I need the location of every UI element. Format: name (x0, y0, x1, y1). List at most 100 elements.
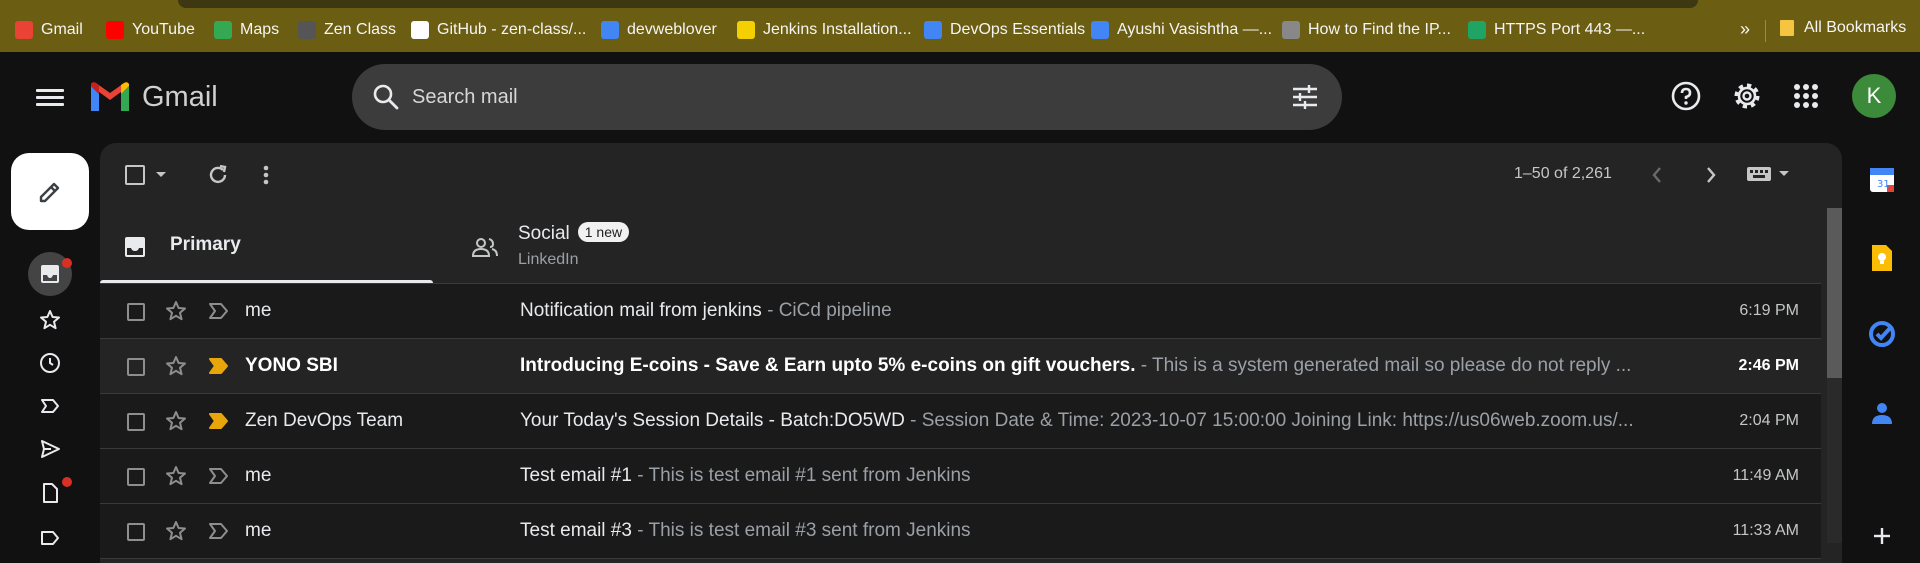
email-sender: me (245, 465, 272, 486)
select-dropdown-caret-icon[interactable] (155, 171, 167, 179)
bookmark-item[interactable]: devweblover (601, 19, 717, 41)
github-icon (411, 21, 429, 39)
calendar-app-button[interactable]: 31 (1866, 164, 1898, 196)
older-page-chevron-left-icon[interactable] (1648, 163, 1666, 187)
email-snippet: - This is test email #1 sent from Jenkin… (631, 465, 971, 486)
email-content: Your Today's Session Details - Batch:DO5… (520, 410, 1660, 432)
account-avatar[interactable]: K (1852, 74, 1896, 118)
google-apps-icon[interactable] (1790, 80, 1822, 112)
compose-button[interactable] (11, 153, 89, 230)
tasks-check-icon (1869, 321, 1895, 347)
bookmark-item[interactable]: Maps (214, 19, 279, 41)
bookmark-label: Maps (240, 21, 280, 38)
email-subject: Test email #3 (520, 520, 632, 541)
ayushi-icon (1091, 21, 1109, 39)
row-checkbox[interactable] (127, 468, 145, 486)
email-sender: Zen DevOps Team (245, 410, 404, 431)
rail-more-labels[interactable] (28, 518, 72, 558)
linux-icon (1282, 21, 1300, 39)
star-icon[interactable] (164, 519, 188, 543)
bookmark-label: How to Find the IP... (1308, 21, 1451, 38)
row-checkbox[interactable] (127, 523, 145, 541)
star-icon[interactable] (164, 409, 188, 433)
all-bookmarks-label: All Bookmarks (1804, 19, 1907, 36)
rail-sent[interactable] (28, 429, 72, 469)
search-input[interactable] (412, 78, 1262, 116)
bookmark-item[interactable]: DevOps Essentials (924, 19, 1085, 41)
email-subject: Test email #1 (520, 465, 632, 486)
keep-app-button[interactable] (1866, 242, 1898, 274)
importance-marker-icon[interactable] (208, 521, 230, 541)
bookmark-item[interactable]: Zen Class (298, 19, 396, 41)
gmail-logo[interactable]: Gmail (88, 80, 218, 114)
email-row[interactable]: YONO SBI Introducing E-coins - Save & Ear… (100, 339, 1821, 394)
bookmark-item[interactable]: Ayushi Vasishtha —... (1091, 19, 1272, 41)
folder-icon (1780, 20, 1794, 36)
star-icon[interactable] (164, 464, 188, 488)
bookmark-item[interactable]: How to Find the IP... (1282, 19, 1451, 41)
email-row[interactable]: me Test email #1 - This is test email #1 … (100, 449, 1821, 504)
bookmark-label: GitHub - zen-class/... (437, 21, 587, 38)
bookmark-item[interactable]: Gmail (15, 19, 83, 41)
email-sender: me (245, 520, 272, 541)
bookmark-item[interactable]: HTTPS Port 443 —... (1468, 19, 1645, 41)
calendar-icon: 31 (1870, 168, 1894, 192)
clock-icon (40, 353, 60, 373)
search-options-icon[interactable] (1290, 82, 1320, 112)
search-icon[interactable] (372, 83, 400, 111)
importance-marker-icon[interactable] (208, 411, 230, 431)
contacts-app-button[interactable] (1866, 397, 1898, 429)
bookmark-item[interactable]: Jenkins Installation... (737, 19, 912, 41)
row-checkbox[interactable] (127, 303, 145, 321)
email-snippet: - CiCd pipeline (761, 300, 892, 321)
tab-strip-edge (178, 0, 1698, 8)
important-icon (41, 399, 59, 413)
email-sender: me (245, 300, 272, 321)
tasks-app-button[interactable] (1866, 318, 1898, 350)
email-row[interactable]: me Test email #3 - This is test email #3 … (100, 504, 1821, 559)
importance-marker-icon[interactable] (208, 301, 230, 321)
keep-bulb-icon (1872, 245, 1892, 271)
bookmarks-overflow-button[interactable]: » (1740, 19, 1750, 40)
label-icon (41, 531, 59, 545)
tab-primary[interactable]: Primary (100, 182, 433, 284)
bookmark-item[interactable]: YouTube (106, 19, 195, 41)
tab-social[interactable]: Social 1 new LinkedIn (433, 182, 773, 284)
settings-gear-icon[interactable] (1731, 80, 1763, 112)
https-icon (1468, 21, 1486, 39)
star-icon (40, 310, 60, 330)
rail-snoozed[interactable] (28, 343, 72, 383)
row-checkbox[interactable] (127, 413, 145, 431)
star-icon[interactable] (164, 354, 188, 378)
social-people-icon (471, 238, 498, 257)
newer-page-chevron-right-icon[interactable] (1702, 163, 1720, 187)
help-icon[interactable] (1670, 80, 1702, 112)
youtube-icon (106, 21, 124, 39)
importance-marker-icon[interactable] (208, 356, 230, 376)
main-menu-button[interactable] (36, 86, 64, 110)
row-checkbox[interactable] (127, 358, 145, 376)
plus-icon (1874, 528, 1890, 544)
keyboard-input-icon[interactable] (1746, 164, 1796, 184)
scrollbar-thumb[interactable] (1827, 208, 1842, 378)
rail-important[interactable] (28, 386, 72, 426)
bookmark-label: devweblover (627, 21, 717, 38)
email-subject: Introducing E-coins - Save & Earn upto 5… (520, 355, 1136, 376)
jenkins-icon (737, 21, 755, 39)
bookmark-label: HTTPS Port 443 —... (1494, 21, 1646, 38)
star-icon[interactable] (164, 299, 188, 323)
email-snippet: - Session Date & Time: 2023-10-07 15:00:… (904, 410, 1634, 431)
rail-starred[interactable] (28, 300, 72, 340)
email-content: Test email #3 - This is test email #3 se… (520, 520, 1660, 542)
zen-class-icon (298, 21, 316, 39)
email-content: Introducing E-coins - Save & Earn upto 5… (520, 355, 1660, 377)
search-bar[interactable] (352, 64, 1342, 130)
get-addons-button[interactable] (1866, 520, 1898, 552)
menu-icon (36, 89, 64, 92)
drafts-notification-dot (62, 477, 72, 487)
all-bookmarks-button[interactable]: All Bookmarks (1778, 19, 1906, 37)
email-row[interactable]: Zen DevOps Team Your Today's Session Deta… (100, 394, 1821, 449)
bookmark-item[interactable]: GitHub - zen-class/... (411, 19, 586, 41)
importance-marker-icon[interactable] (208, 466, 230, 486)
email-row[interactable]: me Notification mail from jenkins - CiCd … (100, 284, 1821, 339)
